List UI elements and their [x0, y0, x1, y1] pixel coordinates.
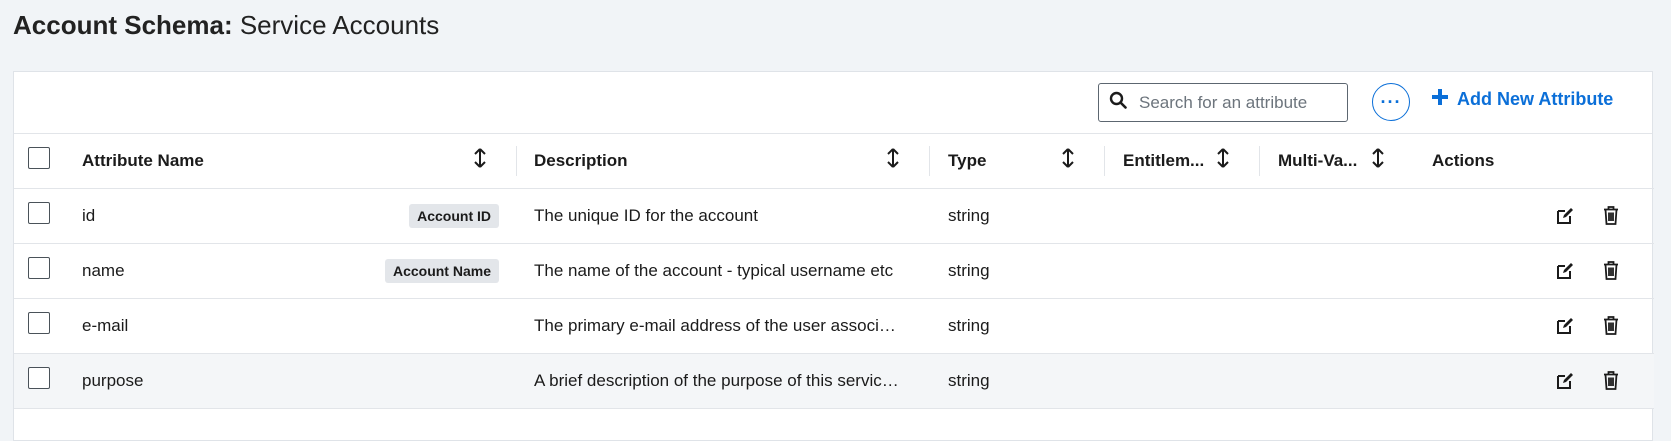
page-title: Account Schema: Service Accounts	[13, 8, 439, 42]
attribute-description: The name of the account - typical userna…	[534, 260, 894, 280]
sort-icon[interactable]	[474, 148, 486, 173]
sort-icon[interactable]	[1372, 148, 1384, 173]
column-header-actions: Actions	[1432, 150, 1495, 170]
attribute-description: The unique ID for the account	[534, 205, 758, 225]
page-title-prefix: Account Schema:	[13, 10, 233, 40]
column-header-entitlement[interactable]: Entitlem...	[1104, 134, 1259, 188]
attribute-tag: Account Name	[384, 258, 499, 283]
search-icon	[1109, 91, 1127, 114]
search-input[interactable]	[1139, 92, 1329, 113]
search-box[interactable]	[1098, 83, 1348, 122]
table-row: id Account ID The unique ID for the accou…	[14, 188, 1654, 243]
plus-icon	[1432, 89, 1448, 110]
attribute-tag: Account ID	[409, 203, 499, 228]
attribute-type: string	[948, 370, 990, 390]
edit-icon[interactable]	[1554, 260, 1576, 282]
attribute-type: string	[948, 315, 990, 335]
sort-icon[interactable]	[1062, 148, 1074, 173]
toolbar: ··· Add New Attribute	[14, 72, 1652, 134]
edit-icon[interactable]	[1554, 315, 1576, 337]
schema-card: ··· Add New Attribute Attribute Name	[13, 71, 1654, 441]
more-options-button[interactable]: ···	[1372, 83, 1410, 121]
sort-icon[interactable]	[1217, 148, 1229, 173]
row-checkbox[interactable]	[28, 312, 50, 334]
column-header-multi-valued[interactable]: Multi-Va...	[1259, 134, 1414, 188]
sort-icon[interactable]	[887, 148, 899, 173]
trash-icon[interactable]	[1600, 370, 1622, 392]
column-header-description[interactable]: Description	[516, 134, 929, 188]
attribute-name: id	[82, 205, 96, 225]
column-header-attribute-name[interactable]: Attribute Name	[69, 134, 516, 188]
attribute-description: The primary e-mail address of the user a…	[534, 315, 929, 335]
column-header-type[interactable]: Type	[929, 134, 1104, 188]
attribute-description: A brief description of the purpose of th…	[534, 370, 929, 390]
edit-icon[interactable]	[1554, 370, 1576, 392]
attributes-table: Attribute Name Description Type Entitlem…	[14, 134, 1654, 409]
table-row: name Account Name The name of the account…	[14, 243, 1654, 298]
select-all-cell	[14, 134, 69, 188]
add-new-attribute-button[interactable]: Add New Attribute	[1432, 89, 1613, 110]
edit-icon[interactable]	[1554, 205, 1576, 227]
table-header-row: Attribute Name Description Type Entitlem…	[14, 134, 1654, 188]
table-row: e-mail The primary e-mail address of the…	[14, 298, 1654, 353]
attribute-type: string	[948, 260, 990, 280]
attribute-name: purpose	[82, 370, 144, 390]
add-new-attribute-label: Add New Attribute	[1457, 89, 1614, 109]
attribute-name: name	[82, 260, 125, 280]
trash-icon[interactable]	[1600, 260, 1622, 282]
attribute-name: e-mail	[82, 315, 129, 335]
row-checkbox[interactable]	[28, 367, 50, 389]
select-all-checkbox[interactable]	[28, 147, 50, 170]
table-row: purpose A brief description of the purpo…	[14, 353, 1654, 408]
row-checkbox[interactable]	[28, 202, 50, 224]
page-title-name: Service Accounts	[232, 10, 440, 40]
more-icon: ···	[1380, 91, 1402, 112]
attribute-type: string	[948, 205, 990, 225]
trash-icon[interactable]	[1600, 315, 1622, 337]
row-checkbox[interactable]	[28, 257, 50, 279]
trash-icon[interactable]	[1600, 205, 1622, 227]
